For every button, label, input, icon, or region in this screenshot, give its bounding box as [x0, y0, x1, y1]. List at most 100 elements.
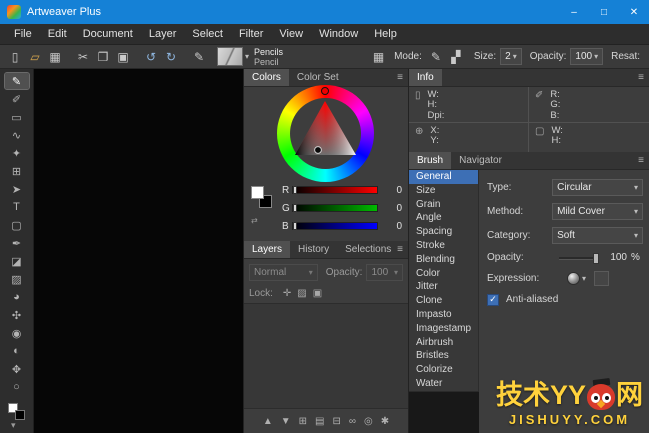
tab-info[interactable]: Info	[409, 69, 442, 86]
paint-mode-icon[interactable]: ✎	[426, 47, 446, 67]
expression-preview-icon[interactable]	[567, 272, 580, 285]
close-button[interactable]: ✕	[619, 0, 649, 24]
type-select[interactable]: Circular ▾	[552, 178, 643, 196]
link-layer-icon[interactable]: ∞	[349, 416, 356, 427]
chevron-down-icon[interactable]: ▾	[582, 274, 586, 283]
move-tool[interactable]: ➤	[5, 181, 29, 197]
brush-preset-picker[interactable]: ▾	[217, 47, 249, 66]
move-up-icon[interactable]: ▲	[263, 416, 273, 427]
menu-item[interactable]: View	[271, 24, 311, 44]
slider-handle[interactable]	[293, 222, 297, 230]
foreground-color-swatch[interactable]	[251, 186, 264, 199]
brush-icon[interactable]: ✎	[189, 47, 209, 67]
size-select[interactable]: 2 ▾	[500, 48, 522, 65]
magic-wand-tool[interactable]: ✦	[5, 145, 29, 161]
colors-panel-tab[interactable]: Colors	[244, 69, 289, 86]
brush-category-item[interactable]: Impasto	[409, 308, 478, 322]
dodge-tool[interactable]: ◐	[5, 343, 29, 359]
slider-handle[interactable]	[293, 186, 297, 194]
strip-color-swatches[interactable]	[8, 403, 26, 421]
brush-opacity-slider[interactable]	[559, 252, 599, 264]
color-wheel[interactable]	[277, 85, 374, 182]
lock-pixels-icon[interactable]: ▨	[297, 288, 306, 299]
new-document-icon[interactable]: ▯	[5, 47, 25, 67]
move-down-icon[interactable]: ▼	[281, 416, 291, 427]
zoom-tool[interactable]: ○	[5, 379, 29, 395]
crop-tool[interactable]: ⊞	[5, 163, 29, 179]
slider-handle[interactable]	[593, 252, 599, 264]
blend-mode-select[interactable]: Normal ▾	[249, 263, 318, 281]
slider-track[interactable]	[292, 204, 378, 212]
layers-panel-tab[interactable]: Selections	[337, 241, 399, 258]
brush-category-item[interactable]: Spacing	[409, 225, 478, 239]
maximize-button[interactable]: □	[589, 0, 619, 24]
shape-tool[interactable]: ▢	[5, 217, 29, 233]
brush-category-item[interactable]: Airbrush	[409, 336, 478, 350]
menu-item[interactable]: Select	[184, 24, 231, 44]
brush-category-item[interactable]: Jitter	[409, 280, 478, 294]
panel-menu-icon[interactable]: ≡	[638, 155, 644, 167]
brush-category-item[interactable]: Bristles	[409, 349, 478, 363]
paste-icon[interactable]: ▣	[113, 47, 133, 67]
undo-icon[interactable]: ↺	[141, 47, 161, 67]
tool-strip-overflow-icon[interactable]: ▾	[11, 420, 16, 431]
slider-track[interactable]	[292, 222, 378, 230]
pencil-tool[interactable]: ✐	[5, 91, 29, 107]
new-layer-icon[interactable]: ▤	[315, 416, 324, 427]
menu-item[interactable]: Document	[75, 24, 141, 44]
layer-settings-icon[interactable]: ✱	[381, 416, 389, 427]
background-color-swatch[interactable]	[15, 410, 25, 420]
mask-icon[interactable]: ◎	[364, 416, 373, 427]
canvas-area[interactable]	[34, 69, 243, 433]
menu-item[interactable]: Help	[366, 24, 405, 44]
gradient-tool[interactable]: ▨	[5, 271, 29, 287]
copy-icon[interactable]: ❐	[93, 47, 113, 67]
menu-item[interactable]: Filter	[231, 24, 271, 44]
erase-mode-icon[interactable]: ▞	[446, 47, 466, 67]
text-tool[interactable]: T	[5, 199, 29, 215]
brush-category-item[interactable]: Angle	[409, 211, 478, 225]
layers-panel-tab[interactable]: History	[290, 241, 337, 258]
cut-icon[interactable]: ✂	[73, 47, 93, 67]
saturation-triangle[interactable]	[290, 98, 361, 169]
brush-category-item[interactable]: Grain	[409, 198, 478, 212]
new-group-icon[interactable]: ⊞	[299, 416, 307, 427]
hand-tool[interactable]: ✥	[5, 361, 29, 377]
clone-tool[interactable]: ◉	[5, 325, 29, 341]
brush-category-item[interactable]: Water	[409, 377, 478, 391]
slider-handle[interactable]	[293, 204, 297, 212]
swap-colors-icon[interactable]: ⇄	[251, 216, 258, 225]
save-icon[interactable]: ▦	[45, 47, 65, 67]
layers-panel-tab[interactable]: Layers	[244, 241, 291, 258]
brush-category-item[interactable]: Clone	[409, 294, 478, 308]
slider-track[interactable]	[292, 186, 378, 194]
smudge-tool[interactable]: ✣	[5, 307, 29, 323]
brush-category-item[interactable]: Blending	[409, 253, 478, 267]
layer-opacity-select[interactable]: 100 ▾	[366, 263, 403, 281]
brush-panel-tab[interactable]: Navigator	[451, 152, 510, 169]
panel-menu-icon[interactable]: ≡	[397, 72, 403, 84]
brush-category-item[interactable]: Imagestamp	[409, 322, 478, 336]
colors-panel-tab[interactable]: Color Set	[289, 69, 347, 86]
lock-position-icon[interactable]: ✛	[283, 288, 291, 299]
category-select[interactable]: Soft ▾	[552, 226, 643, 244]
method-select[interactable]: Mild Cover ▾	[552, 202, 643, 220]
menu-item[interactable]: Window	[311, 24, 366, 44]
fill-tool[interactable]: ◕	[5, 289, 29, 305]
brush-category-item[interactable]: Size	[409, 184, 478, 198]
brush-panel-tab[interactable]: Brush	[409, 152, 452, 169]
expression-settings-button[interactable]	[594, 271, 610, 286]
menu-item[interactable]: Edit	[40, 24, 75, 44]
lock-all-icon[interactable]: ▣	[313, 288, 322, 299]
menu-item[interactable]: File	[6, 24, 40, 44]
redo-icon[interactable]: ↻	[161, 47, 181, 67]
brush-tool[interactable]: ✎	[3, 72, 30, 90]
rect-select-tool[interactable]: ▭	[5, 109, 29, 125]
tool-opacity-select[interactable]: 100 ▾	[570, 48, 604, 65]
palette-icon[interactable]: ▦	[371, 47, 386, 67]
eyedropper-tool[interactable]: ✒	[5, 235, 29, 251]
delete-layer-icon[interactable]: ⊟	[333, 416, 341, 427]
brush-category-item[interactable]: Stroke	[409, 239, 478, 253]
brush-category-item[interactable]: General	[409, 170, 478, 184]
brush-category-item[interactable]: Colorize	[409, 363, 478, 377]
